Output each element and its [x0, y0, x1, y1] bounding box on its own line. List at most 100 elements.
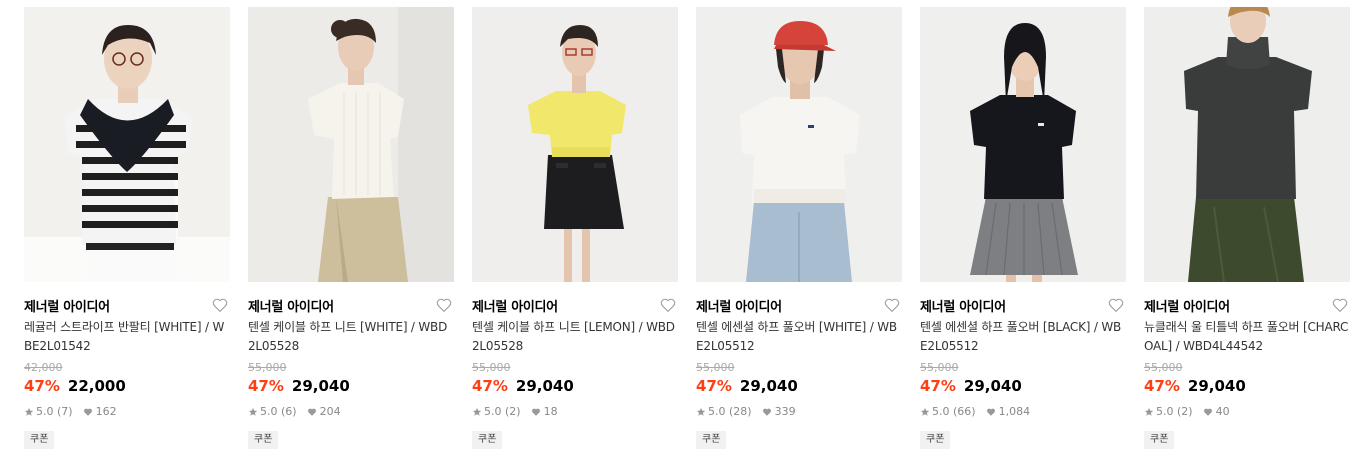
rating-value: 5.0: [260, 405, 278, 418]
product-card[interactable]: 제너럴 아이디어 레귤러 스트라이프 반팔티 [WHITE] / WBE2L01…: [24, 7, 230, 449]
heart-outline-icon[interactable]: [659, 296, 677, 314]
price-row: 47% 29,040: [1144, 376, 1350, 396]
price-row: 47% 29,040: [248, 376, 454, 396]
product-image[interactable]: [24, 7, 230, 282]
product-card[interactable]: 제너럴 아이디어 텐셀 케이블 하프 니트 [LEMON] / WBD2L055…: [472, 7, 678, 449]
product-name[interactable]: 텐셀 케이블 하프 니트 [LEMON] / WBD2L05528: [472, 318, 678, 358]
product-meta: 5.0 (7) 162: [24, 405, 230, 419]
product-image[interactable]: [1144, 7, 1350, 282]
price-row: 47% 22,000: [24, 376, 230, 396]
coupon-badge: 쿠폰: [248, 431, 279, 449]
product-meta: 5.0 (2) 40: [1144, 405, 1350, 419]
rating-value: 5.0: [484, 405, 502, 418]
discount-rate: 47%: [248, 377, 284, 395]
product-card[interactable]: 제너럴 아이디어 뉴클래식 울 티틀넥 하프 풀오버 [CHARCOAL] / …: [1144, 7, 1350, 449]
likes: 162: [73, 405, 117, 419]
product-name[interactable]: 텐셀 케이블 하프 니트 [WHITE] / WBD2L05528: [248, 318, 454, 358]
star-icon: [24, 407, 34, 416]
review-count: (7): [57, 405, 73, 418]
brand-name[interactable]: 제너럴 아이디어: [1144, 300, 1230, 315]
heart-filled-icon: [762, 408, 771, 416]
review-count: (28): [729, 405, 752, 418]
original-price: 55,000: [1144, 361, 1183, 374]
like-count: 40: [1215, 405, 1230, 418]
likes: 18: [521, 405, 558, 419]
product-name[interactable]: 텐셀 에센셜 하프 풀오버 [BLACK] / WBE2L05512: [920, 318, 1126, 358]
sale-price: 22,000: [67, 377, 126, 395]
original-price: 55,000: [920, 361, 959, 374]
review-count: (66): [953, 405, 976, 418]
discount-rate: 47%: [472, 377, 508, 395]
rating: 5.0 (28): [696, 405, 752, 419]
product-name[interactable]: 뉴클래식 울 티틀넥 하프 풀오버 [CHARCOAL] / WBD4L4454…: [1144, 318, 1350, 358]
coupon-badge: 쿠폰: [472, 431, 503, 449]
heart-filled-icon: [307, 408, 316, 416]
heart-filled-icon: [986, 408, 995, 416]
like-count: 162: [95, 405, 117, 418]
rating: 5.0 (2): [1144, 405, 1193, 419]
product-card[interactable]: 제너럴 아이디어 텐셀 에센셜 하프 풀오버 [WHITE] / WBE2L05…: [696, 7, 902, 449]
coupon-badge: 쿠폰: [1144, 431, 1175, 449]
heart-outline-icon[interactable]: [883, 296, 901, 314]
rating-value: 5.0: [932, 405, 950, 418]
heart-filled-icon: [83, 408, 92, 416]
brand-row: 제너럴 아이디어: [696, 296, 902, 315]
product-image[interactable]: [696, 7, 902, 282]
original-price: 55,000: [696, 361, 735, 374]
original-price: 55,000: [248, 361, 287, 374]
price-row: 47% 29,040: [920, 376, 1126, 396]
product-name[interactable]: 텐셀 에센셜 하프 풀오버 [WHITE] / WBE2L05512: [696, 318, 902, 358]
rating-value: 5.0: [1156, 405, 1174, 418]
rating-value: 5.0: [708, 405, 726, 418]
heart-outline-icon[interactable]: [1331, 296, 1349, 314]
rating-value: 5.0: [36, 405, 54, 418]
discount-rate: 47%: [696, 377, 732, 395]
review-count: (6): [281, 405, 297, 418]
product-meta: 5.0 (66) 1,084: [920, 405, 1126, 419]
brand-row: 제너럴 아이디어: [920, 296, 1126, 315]
star-icon: [696, 407, 706, 416]
product-image[interactable]: [248, 7, 454, 282]
coupon-badge: 쿠폰: [696, 431, 727, 449]
coupon-badge: 쿠폰: [920, 431, 951, 449]
product-meta: 5.0 (28) 339: [696, 405, 902, 419]
like-count: 339: [774, 405, 796, 418]
product-image[interactable]: [472, 7, 678, 282]
sale-price: 29,040: [739, 377, 798, 395]
brand-name[interactable]: 제너럴 아이디어: [472, 300, 558, 315]
discount-rate: 47%: [24, 377, 60, 395]
product-image[interactable]: [920, 7, 1126, 282]
likes: 1,084: [976, 405, 1030, 419]
sale-price: 29,040: [963, 377, 1022, 395]
discount-rate: 47%: [1144, 377, 1180, 395]
star-icon: [1144, 407, 1154, 416]
likes: 204: [297, 405, 341, 419]
heart-outline-icon[interactable]: [435, 296, 453, 314]
brand-name[interactable]: 제너럴 아이디어: [248, 300, 334, 315]
product-card[interactable]: 제너럴 아이디어 텐셀 에센셜 하프 풀오버 [BLACK] / WBE2L05…: [920, 7, 1126, 449]
heart-filled-icon: [531, 408, 540, 416]
star-icon: [920, 407, 930, 416]
original-price: 42,000: [24, 361, 63, 374]
discount-rate: 47%: [920, 377, 956, 395]
like-count: 18: [543, 405, 558, 418]
likes: 40: [1193, 405, 1230, 419]
likes: 339: [752, 405, 796, 419]
star-icon: [248, 407, 258, 416]
product-meta: 5.0 (6) 204: [248, 405, 454, 419]
review-count: (2): [1177, 405, 1193, 418]
brand-name[interactable]: 제너럴 아이디어: [24, 300, 110, 315]
star-icon: [472, 407, 482, 416]
coupon-badge: 쿠폰: [24, 431, 55, 449]
brand-row: 제너럴 아이디어: [24, 296, 230, 315]
heart-filled-icon: [1203, 408, 1212, 416]
review-count: (2): [505, 405, 521, 418]
product-card[interactable]: 제너럴 아이디어 텐셀 케이블 하프 니트 [WHITE] / WBD2L055…: [248, 7, 454, 449]
product-name[interactable]: 레귤러 스트라이프 반팔티 [WHITE] / WBE2L01542: [24, 318, 230, 358]
rating: 5.0 (2): [472, 405, 521, 419]
heart-outline-icon[interactable]: [1107, 296, 1125, 314]
brand-name[interactable]: 제너럴 아이디어: [920, 300, 1006, 315]
sale-price: 29,040: [515, 377, 574, 395]
brand-name[interactable]: 제너럴 아이디어: [696, 300, 782, 315]
heart-outline-icon[interactable]: [211, 296, 229, 314]
